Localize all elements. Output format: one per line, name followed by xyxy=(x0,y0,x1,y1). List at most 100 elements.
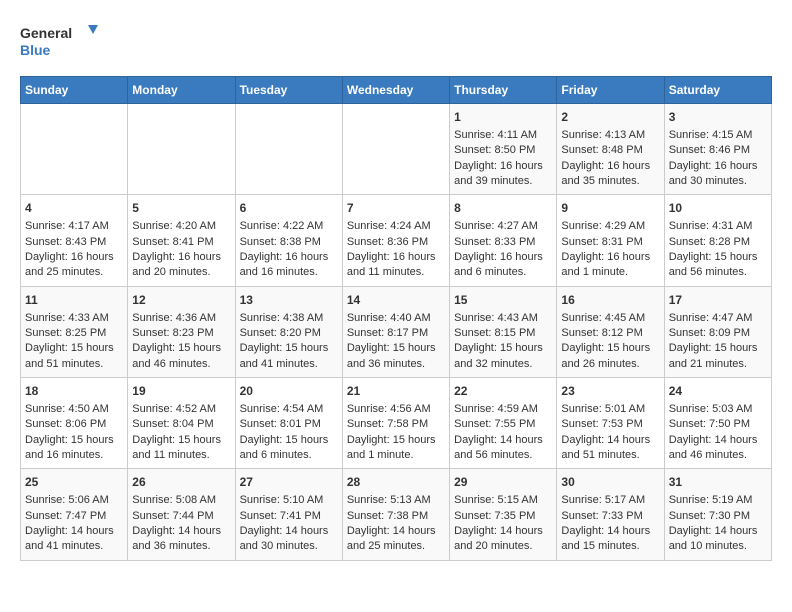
sunset-text: Sunset: 7:38 PM xyxy=(347,509,445,524)
daylight-text: Daylight: 14 hours and 20 minutes. xyxy=(454,524,552,555)
daylight-text: Daylight: 15 hours and 1 minute. xyxy=(347,433,445,464)
day-number: 2 xyxy=(561,109,659,126)
calendar-cell: 20Sunrise: 4:54 AMSunset: 8:01 PMDayligh… xyxy=(235,378,342,469)
sunrise-text: Sunrise: 4:45 AM xyxy=(561,311,659,326)
calendar-cell: 10Sunrise: 4:31 AMSunset: 8:28 PMDayligh… xyxy=(664,195,771,286)
daylight-text: Daylight: 16 hours and 35 minutes. xyxy=(561,159,659,190)
sunrise-text: Sunrise: 4:36 AM xyxy=(132,311,230,326)
sunrise-text: Sunrise: 4:29 AM xyxy=(561,219,659,234)
daylight-text: Daylight: 15 hours and 46 minutes. xyxy=(132,341,230,372)
daylight-text: Daylight: 15 hours and 21 minutes. xyxy=(669,341,767,372)
daylight-text: Daylight: 15 hours and 16 minutes. xyxy=(25,433,123,464)
calendar-week-row: 1Sunrise: 4:11 AMSunset: 8:50 PMDaylight… xyxy=(21,104,772,195)
daylight-text: Daylight: 15 hours and 51 minutes. xyxy=(25,341,123,372)
day-number: 17 xyxy=(669,292,767,309)
calendar-week-row: 4Sunrise: 4:17 AMSunset: 8:43 PMDaylight… xyxy=(21,195,772,286)
sunrise-text: Sunrise: 5:13 AM xyxy=(347,493,445,508)
day-number: 3 xyxy=(669,109,767,126)
calendar-cell: 25Sunrise: 5:06 AMSunset: 7:47 PMDayligh… xyxy=(21,469,128,560)
calendar-cell: 24 Sunrise: 5:03 AMSunset: 7:50 PMDayligh… xyxy=(664,378,771,469)
day-number: 24 xyxy=(669,383,767,400)
sunset-text: Sunset: 8:31 PM xyxy=(561,235,659,250)
header-monday: Monday xyxy=(128,77,235,104)
sunset-text: Sunset: 8:06 PM xyxy=(25,417,123,432)
sunset-text: Sunset: 8:25 PM xyxy=(25,326,123,341)
daylight-text: Daylight: 15 hours and 6 minutes. xyxy=(240,433,338,464)
calendar-cell: 14Sunrise: 4:40 AMSunset: 8:17 PMDayligh… xyxy=(342,286,449,377)
day-number: 4 xyxy=(25,200,123,217)
calendar-cell: 7Sunrise: 4:24 AMSunset: 8:36 PMDaylight… xyxy=(342,195,449,286)
sunset-text: Sunset: 8:41 PM xyxy=(132,235,230,250)
calendar-week-row: 25Sunrise: 5:06 AMSunset: 7:47 PMDayligh… xyxy=(21,469,772,560)
day-number: 11 xyxy=(25,292,123,309)
sunrise-text: Sunrise: 4:24 AM xyxy=(347,219,445,234)
sunset-text: Sunset: 8:36 PM xyxy=(347,235,445,250)
calendar-cell: 18Sunrise: 4:50 AMSunset: 8:06 PMDayligh… xyxy=(21,378,128,469)
calendar-cell: 11Sunrise: 4:33 AMSunset: 8:25 PMDayligh… xyxy=(21,286,128,377)
daylight-text: Daylight: 14 hours and 36 minutes. xyxy=(132,524,230,555)
daylight-text: Daylight: 14 hours and 56 minutes. xyxy=(454,433,552,464)
daylight-text: Daylight: 16 hours and 20 minutes. xyxy=(132,250,230,281)
day-number: 12 xyxy=(132,292,230,309)
sunrise-text: Sunrise: 5:03 AM xyxy=(669,402,767,417)
sunset-text: Sunset: 7:55 PM xyxy=(454,417,552,432)
calendar-cell: 5Sunrise: 4:20 AMSunset: 8:41 PMDaylight… xyxy=(128,195,235,286)
daylight-text: Daylight: 15 hours and 41 minutes. xyxy=(240,341,338,372)
daylight-text: Daylight: 16 hours and 6 minutes. xyxy=(454,250,552,281)
day-number: 22 xyxy=(454,383,552,400)
sunrise-text: Sunrise: 4:40 AM xyxy=(347,311,445,326)
day-number: 5 xyxy=(132,200,230,217)
calendar-cell: 3Sunrise: 4:15 AMSunset: 8:46 PMDaylight… xyxy=(664,104,771,195)
daylight-text: Daylight: 15 hours and 26 minutes. xyxy=(561,341,659,372)
sunset-text: Sunset: 8:43 PM xyxy=(25,235,123,250)
calendar-cell: 31Sunrise: 5:19 AMSunset: 7:30 PMDayligh… xyxy=(664,469,771,560)
calendar-cell: 22Sunrise: 4:59 AMSunset: 7:55 PMDayligh… xyxy=(450,378,557,469)
sunset-text: Sunset: 7:35 PM xyxy=(454,509,552,524)
daylight-text: Daylight: 14 hours and 46 minutes. xyxy=(669,433,767,464)
calendar-cell: 6Sunrise: 4:22 AMSunset: 8:38 PMDaylight… xyxy=(235,195,342,286)
calendar-cell: 8Sunrise: 4:27 AMSunset: 8:33 PMDaylight… xyxy=(450,195,557,286)
day-number: 6 xyxy=(240,200,338,217)
calendar-cell: 30Sunrise: 5:17 AMSunset: 7:33 PMDayligh… xyxy=(557,469,664,560)
calendar-table: SundayMondayTuesdayWednesdayThursdayFrid… xyxy=(20,76,772,561)
calendar-cell xyxy=(128,104,235,195)
day-number: 10 xyxy=(669,200,767,217)
calendar-cell: 29Sunrise: 5:15 AMSunset: 7:35 PMDayligh… xyxy=(450,469,557,560)
day-number: 20 xyxy=(240,383,338,400)
calendar-cell: 26Sunrise: 5:08 AMSunset: 7:44 PMDayligh… xyxy=(128,469,235,560)
calendar-cell: 19Sunrise: 4:52 AMSunset: 8:04 PMDayligh… xyxy=(128,378,235,469)
sunset-text: Sunset: 7:47 PM xyxy=(25,509,123,524)
sunset-text: Sunset: 8:23 PM xyxy=(132,326,230,341)
sunset-text: Sunset: 7:33 PM xyxy=(561,509,659,524)
day-number: 27 xyxy=(240,474,338,491)
daylight-text: Daylight: 14 hours and 41 minutes. xyxy=(25,524,123,555)
calendar-cell: 12 Sunrise: 4:36 AMSunset: 8:23 PMDayligh… xyxy=(128,286,235,377)
sunrise-text: Sunrise: 4:13 AM xyxy=(561,128,659,143)
daylight-text: Daylight: 16 hours and 16 minutes. xyxy=(240,250,338,281)
svg-text:General: General xyxy=(20,25,72,41)
day-number: 28 xyxy=(347,474,445,491)
sunset-text: Sunset: 7:50 PM xyxy=(669,417,767,432)
calendar-cell: 23Sunrise: 5:01 AMSunset: 7:53 PMDayligh… xyxy=(557,378,664,469)
sunrise-text: Sunrise: 5:19 AM xyxy=(669,493,767,508)
sunrise-text: Sunrise: 5:08 AM xyxy=(132,493,230,508)
calendar-header-row: SundayMondayTuesdayWednesdayThursdayFrid… xyxy=(21,77,772,104)
sunset-text: Sunset: 8:20 PM xyxy=(240,326,338,341)
sunset-text: Sunset: 7:53 PM xyxy=(561,417,659,432)
day-number: 25 xyxy=(25,474,123,491)
sunrise-text: Sunrise: 4:15 AM xyxy=(669,128,767,143)
daylight-text: Daylight: 14 hours and 25 minutes. xyxy=(347,524,445,555)
sunrise-text: Sunrise: 4:47 AM xyxy=(669,311,767,326)
sunrise-text: Sunrise: 4:54 AM xyxy=(240,402,338,417)
sunrise-text: Sunrise: 4:43 AM xyxy=(454,311,552,326)
calendar-cell xyxy=(235,104,342,195)
sunrise-text: Sunrise: 4:22 AM xyxy=(240,219,338,234)
daylight-text: Daylight: 14 hours and 10 minutes. xyxy=(669,524,767,555)
day-number: 15 xyxy=(454,292,552,309)
calendar-cell: 9Sunrise: 4:29 AMSunset: 8:31 PMDaylight… xyxy=(557,195,664,286)
sunrise-text: Sunrise: 5:10 AM xyxy=(240,493,338,508)
daylight-text: Daylight: 16 hours and 30 minutes. xyxy=(669,159,767,190)
calendar-cell: 1Sunrise: 4:11 AMSunset: 8:50 PMDaylight… xyxy=(450,104,557,195)
sunset-text: Sunset: 7:44 PM xyxy=(132,509,230,524)
header-thursday: Thursday xyxy=(450,77,557,104)
